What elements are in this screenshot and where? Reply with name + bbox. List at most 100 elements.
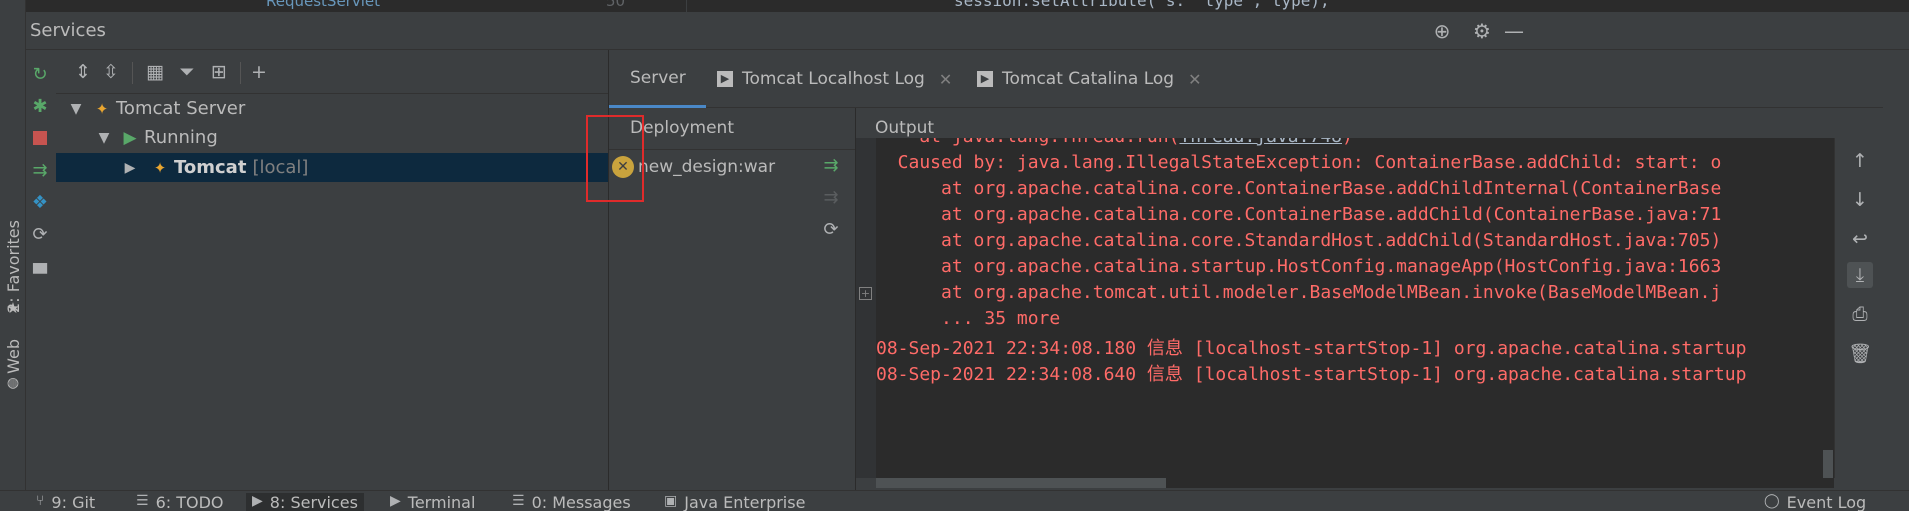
log-line: at org.apache.catalina.core.ContainerBas… [876,178,1722,199]
output-console[interactable]: at java.lang.Thread.run(Thread.java:748)… [876,138,1834,478]
web-tab[interactable]: Web [0,336,26,376]
project-tree-item[interactable]: RequestServlet [266,0,380,10]
bottom-tab-services[interactable]: ▶ 8: Services [246,493,364,511]
log-line: at java.lang.Thread.run(Thread.java:748) [876,138,1353,152]
horizontal-scrollbar[interactable] [876,476,1834,488]
messages-icon: ☰ [512,493,525,509]
log-line: at org.apache.catalina.core.StandardHost… [876,230,1722,251]
services-tree: ▼ ✦ Tomcat Server ▼ ▶ Running ▶ ✦ Tomcat… [56,94,636,490]
group-by-icon[interactable]: ▦ [142,59,168,85]
details-tab-bar: Server ▶ Tomcat Localhost Log ✕ ▶ Tomcat… [609,50,1883,108]
print-icon[interactable]: ⎙ [1847,301,1873,327]
deploy-icon[interactable]: ⇉ [28,158,52,182]
bottom-tab-label: 9: Git [51,493,96,511]
tree-status-label: Running [144,127,218,148]
fold-expand-icon[interactable]: + [859,287,872,300]
star-icon: ★ [6,299,20,317]
close-icon[interactable]: ✕ [939,70,952,89]
vertical-scrollbar-thumb[interactable] [1823,450,1833,478]
scroll-to-end-icon[interactable]: ⤓ [1847,262,1873,288]
terminal-icon: ▶ [390,493,401,509]
editor-strip: RequestServlet 50 session.setAttribute( … [26,0,1909,12]
redeploy-icon[interactable]: ⟳ [819,217,843,241]
todo-icon: ☰ [136,493,149,509]
services-action-column: ↻ ✱ ⇉ ❖ ⟳ ▀ [26,50,54,490]
bottom-tab-todo[interactable]: ☰ 6: TODO [136,493,224,511]
log-line: ... 35 more [876,308,1061,329]
minimize-icon[interactable]: — [1501,18,1527,44]
bottom-tab-messages[interactable]: ☰ 0: Messages [512,493,631,511]
collapse-arrow-icon[interactable]: ▼ [66,101,86,117]
output-title: Output [875,118,935,138]
log-line: 08-Sep-2021 22:34:08.180 信息 [localhost-s… [876,338,1747,359]
bottom-tab-git[interactable]: ⑂ 9: Git [36,493,95,511]
scroll-up-icon[interactable]: ↑ [1847,148,1873,174]
refresh-icon[interactable]: ⟳ [28,222,52,246]
bottom-tab-label: Java Enterprise [684,493,806,511]
layout-icon[interactable]: ▀ [28,262,52,286]
bottom-tab-label: 8: Services [269,493,358,511]
deployment-header: Deployment [609,108,855,150]
log-line: at org.apache.tomcat.util.modeler.BaseMo… [876,282,1722,303]
globe-icon: ◍ [6,375,20,391]
tomcat-icon: ✦ [95,99,109,118]
java-enterprise-icon: ▣ [664,493,678,509]
code-line: session.setAttribute( s: "type", type); [954,0,1330,10]
artifacts-icon[interactable]: ❖ [28,190,52,214]
gear-icon[interactable]: ⚙ [1469,18,1495,44]
tree-server-label: Tomcat Server [116,98,246,119]
trash-icon[interactable]: 🗑 [1847,340,1873,366]
output-gutter: + [856,138,876,478]
bottom-tool-stripe: ⑂ 9: Git ☰ 6: TODO ▶ 8: Services ▶ Termi… [0,490,1909,511]
tree-instance-suffix: [local] [252,157,309,178]
debug-icon[interactable]: ✱ [28,94,52,118]
line-number: 50 [606,0,626,10]
tab-server[interactable]: Server [609,50,706,108]
services-header: Services ⊕ ⚙ — [26,12,1909,50]
services-icon: ▶ [252,493,263,509]
web-label: Web [3,338,23,374]
undeploy-icon[interactable]: ⇉ [819,185,843,209]
tomcat-icon: ✦ [153,158,167,177]
log-line: at org.apache.catalina.startup.HostConfi… [876,256,1722,277]
annotation-highlight-box [586,115,644,202]
console-icon: ▶ [717,71,733,87]
console-icon: ▶ [977,71,993,87]
tab-tomcat-localhost-log[interactable]: ▶ Tomcat Localhost Log ✕ [717,50,952,108]
scrollbar-thumb[interactable] [876,478,1166,488]
deploy-icon[interactable]: ⇉ [819,153,843,177]
tree-node-running[interactable]: ▼ ▶ Running [56,123,636,152]
soft-wrap-icon[interactable]: ↩ [1847,226,1873,252]
filter-icon[interactable]: ⏷ [174,59,200,85]
close-icon[interactable]: ✕ [1188,70,1201,89]
deployment-panel: Deployment ✕ new_design:war ⇉ ⇉ ⟳ [609,108,855,490]
rerun-icon[interactable]: ↻ [28,62,52,86]
expand-arrow-icon[interactable]: ▶ [120,160,140,176]
deployment-artifact-label: new_design:war [638,157,776,177]
crosshair-icon[interactable]: ⊕ [1429,18,1455,44]
run-icon: ▶ [123,127,137,148]
log-link[interactable]: Thread.java:748 [1179,138,1342,147]
output-actions: ↑ ↓ ↩ ⤓ ⎙ 🗑 [1834,138,1883,478]
tab-label: Tomcat Catalina Log [1002,69,1175,89]
log-line: 08-Sep-2021 22:34:08.640 信息 [localhost-s… [876,364,1747,385]
tree-node-tomcat-local[interactable]: ▶ ✦ Tomcat [local] [56,153,636,182]
tab-label: Server [630,67,686,88]
tab-tomcat-catalina-log[interactable]: ▶ Tomcat Catalina Log ✕ [977,50,1201,108]
tree-node-tomcat-server[interactable]: ▼ ✦ Tomcat Server [56,94,636,123]
bottom-tab-event-log[interactable]: ◯ Event Log [1764,493,1866,511]
log-line: at org.apache.catalina.core.ContainerBas… [876,204,1722,225]
expand-all-icon[interactable]: ⇕ [70,59,96,85]
log-line: Caused by: java.lang.IllegalStateExcepti… [876,152,1722,173]
bottom-tab-terminal[interactable]: ▶ Terminal [390,493,475,511]
event-log-icon: ◯ [1764,493,1780,509]
new-tab-icon[interactable]: ⊞ [206,59,232,85]
bottom-tab-java-enterprise[interactable]: ▣ Java Enterprise [664,493,805,511]
scroll-down-icon[interactable]: ↓ [1847,187,1873,213]
collapse-all-icon[interactable]: ⇳ [98,59,124,85]
stop-icon[interactable] [28,126,52,150]
bottom-tab-label: 0: Messages [531,493,631,511]
git-icon: ⑂ [36,493,45,509]
add-icon[interactable]: + [246,59,272,85]
collapse-arrow-icon[interactable]: ▼ [94,130,114,146]
